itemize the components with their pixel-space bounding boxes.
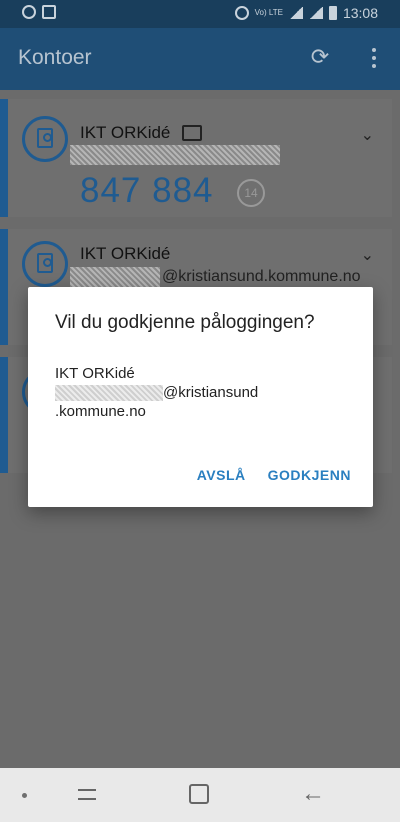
approve-button[interactable]: GODKJENN <box>268 467 351 483</box>
dialog-body: IKT ORKidé @kristiansund .kommune.no <box>55 364 258 421</box>
home-icon[interactable] <box>189 784 209 804</box>
dialog-title: Vil du godkjenne påloggingen? <box>55 312 315 333</box>
system-nav-bar: ← <box>0 768 400 822</box>
recents-icon[interactable] <box>78 786 100 804</box>
dialog-email-line2: .kommune.no <box>55 403 146 420</box>
dialog-account-name: IKT ORKidé <box>55 365 135 382</box>
approval-dialog: Vil du godkjenne påloggingen? IKT ORKidé… <box>28 287 373 507</box>
dialog-email-line: @kristiansund <box>55 383 258 402</box>
deny-button[interactable]: AVSLÅ <box>197 467 246 483</box>
back-icon[interactable]: ← <box>301 782 325 806</box>
redacted-email <box>55 385 163 402</box>
dialog-email-suffix: @kristiansund <box>163 384 259 401</box>
nav-dot-icon <box>22 793 27 798</box>
